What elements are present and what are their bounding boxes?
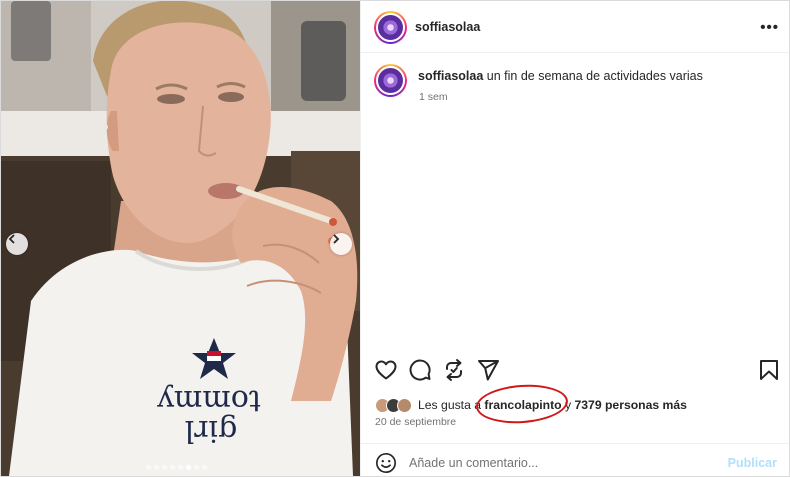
shirt-print-line2: girl (185, 413, 238, 448)
carousel-dot (202, 465, 207, 470)
repost-button[interactable] (442, 358, 466, 382)
caption-username[interactable]: soffiasolaa (418, 69, 483, 83)
more-options-icon[interactable]: ••• (760, 19, 779, 36)
bookmark-icon (760, 360, 778, 380)
chevron-right-icon (333, 234, 340, 244)
post-media[interactable]: tommy girl (1, 1, 360, 476)
caption-avatar[interactable] (374, 64, 407, 97)
caption-text-line: soffiasolaa un fin de semana de activida… (418, 69, 703, 83)
carousel-dot (194, 465, 199, 470)
author-username[interactable]: soffiasolaa (415, 20, 480, 34)
shirt-print-line1: tommy (157, 383, 261, 418)
carousel-dot-active (186, 465, 191, 470)
share-button[interactable] (476, 358, 500, 382)
comment-icon (409, 359, 431, 381)
likes-text: Les gusta a francolapinto y 7379 persona… (418, 398, 687, 412)
repost-icon (446, 359, 462, 381)
carousel-dot (162, 465, 167, 470)
comment-input[interactable] (409, 452, 719, 474)
carousel-next-button[interactable] (330, 233, 352, 255)
carousel-prev-button[interactable] (6, 233, 28, 255)
like-button[interactable] (374, 358, 398, 382)
carousel-dot (154, 465, 159, 470)
heart-icon (375, 360, 397, 380)
carousel-dot (170, 465, 175, 470)
save-button[interactable] (757, 358, 781, 382)
post-details-panel: soffiasolaa ••• soffiasolaa un fin de se… (360, 1, 789, 476)
action-bar (361, 358, 789, 384)
comment-bar: Publicar (361, 443, 789, 477)
carousel-dot (146, 465, 151, 470)
post-photo: tommy girl (1, 1, 360, 476)
caption-text: un fin de semana de actividades varias (483, 69, 703, 83)
likes-prefix: Les gusta a (418, 398, 485, 412)
liker-username[interactable]: francolapinto (484, 398, 561, 412)
chevron-left-icon (8, 234, 15, 244)
comment-button[interactable] (408, 358, 432, 382)
carousel-dot (178, 465, 183, 470)
likes-summary: Les gusta a francolapinto y 7379 persona… (375, 396, 687, 414)
carousel-indicator (146, 465, 207, 470)
instagram-post: tommy girl soffiasolaa ••• soffiasolaa u… (0, 0, 790, 477)
publish-button[interactable]: Publicar (728, 456, 777, 470)
emoji-icon[interactable] (375, 452, 397, 474)
send-icon (478, 360, 499, 381)
likes-conjunction: y (561, 398, 575, 412)
liker-avatar[interactable] (397, 397, 412, 413)
likes-count[interactable]: 7379 personas más (574, 398, 686, 412)
caption-timestamp[interactable]: 1 sem (419, 91, 448, 103)
post-date[interactable]: 20 de septiembre (375, 416, 456, 428)
post-header: soffiasolaa ••• (361, 1, 789, 53)
author-avatar[interactable] (374, 11, 407, 44)
